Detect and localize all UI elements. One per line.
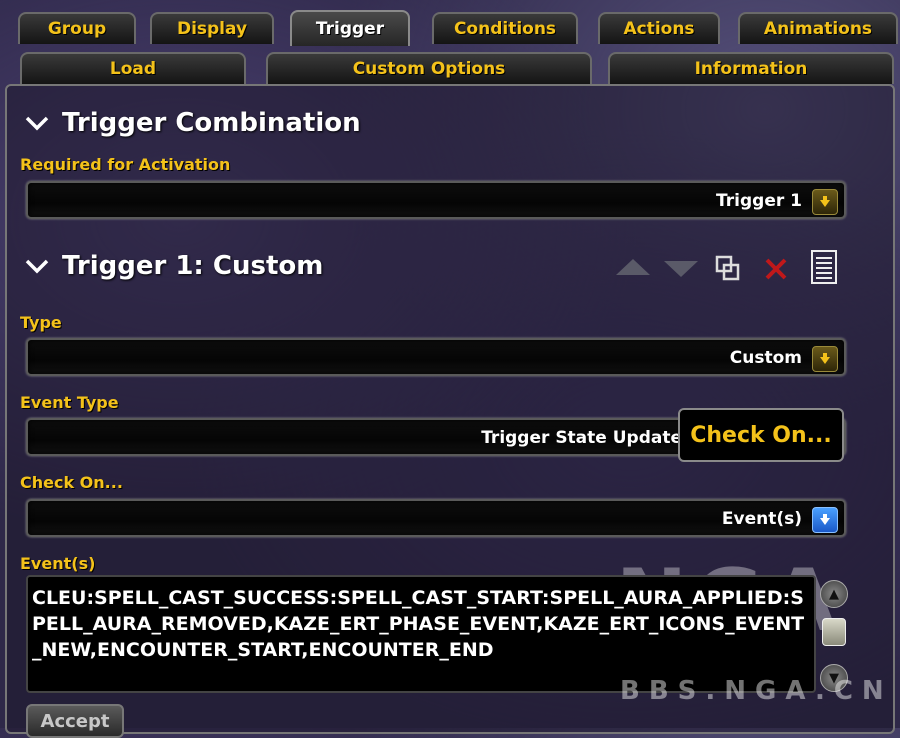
required-for-activation-label: Required for Activation <box>20 155 231 174</box>
events-label: Event(s) <box>20 554 96 573</box>
trigger-1-title: Trigger 1: Custom <box>62 251 324 281</box>
type-dropdown[interactable]: Custom <box>26 338 846 376</box>
check-on-tooltip: Check On... <box>678 408 844 462</box>
watermark-text: BBS.NGA.CN <box>620 676 893 706</box>
scrollbar-thumb[interactable] <box>822 618 846 646</box>
dropdown-arrow-icon[interactable] <box>812 507 838 533</box>
scroll-up-button[interactable]: ▲ <box>820 580 848 608</box>
check-on-value: Event(s) <box>721 509 802 529</box>
chevron-down-icon <box>25 259 49 274</box>
trigger-1-header[interactable]: Trigger 1: Custom <box>24 251 323 281</box>
required-for-activation-dropdown[interactable]: Trigger 1 <box>26 181 846 219</box>
type-value: Custom <box>729 348 802 368</box>
tab-trigger[interactable]: Trigger <box>290 10 410 46</box>
tab-information[interactable]: Information <box>608 52 894 84</box>
dropdown-arrow-icon[interactable] <box>812 346 838 372</box>
dropdown-arrow-icon[interactable] <box>812 189 838 215</box>
trigger-combination-header[interactable]: Trigger Combination <box>24 108 361 138</box>
check-on-dropdown[interactable]: Event(s) <box>26 499 846 537</box>
tab-custom-options[interactable]: Custom Options <box>266 52 592 84</box>
accept-button[interactable]: Accept <box>26 704 124 738</box>
required-for-activation-value: Trigger 1 <box>716 191 802 211</box>
tab-conditions[interactable]: Conditions <box>432 12 578 44</box>
tab-load[interactable]: Load <box>20 52 246 84</box>
chevron-down-icon <box>25 116 49 131</box>
trigger-combination-title: Trigger Combination <box>62 108 361 138</box>
arrow-up-icon[interactable] <box>616 256 650 278</box>
event-type-label: Event Type <box>20 393 119 412</box>
type-label: Type <box>20 313 62 332</box>
duplicate-icon[interactable] <box>714 254 742 284</box>
document-icon[interactable] <box>808 248 840 286</box>
tab-animations[interactable]: Animations <box>738 12 898 44</box>
event-type-value: Trigger State Update <box>481 428 682 448</box>
tab-group[interactable]: Group <box>18 12 136 44</box>
delete-icon[interactable] <box>762 255 790 283</box>
check-on-label: Check On... <box>20 473 123 492</box>
tab-display[interactable]: Display <box>150 12 274 44</box>
arrow-down-icon[interactable] <box>664 258 698 280</box>
tab-actions[interactable]: Actions <box>598 12 720 44</box>
